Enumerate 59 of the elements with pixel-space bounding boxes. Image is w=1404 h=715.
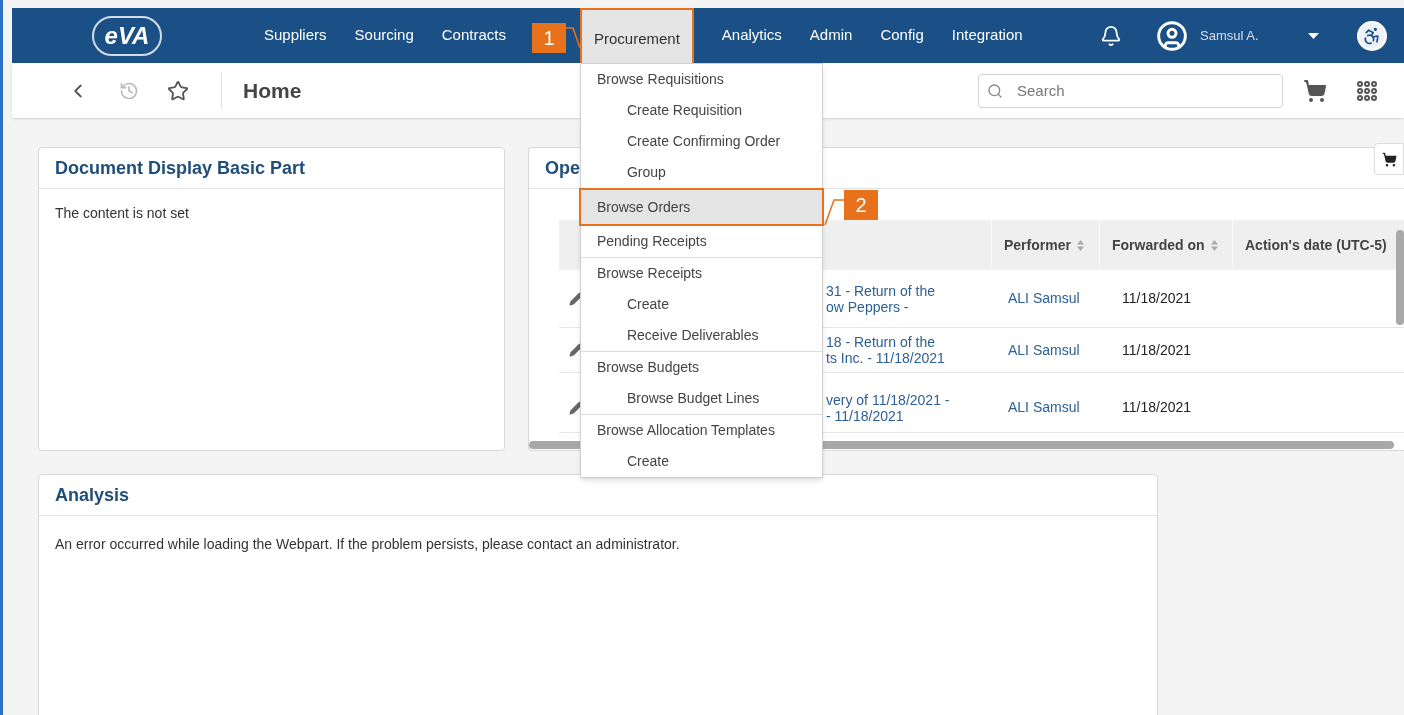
menu-item[interactable]: Create Confirming Order (580, 126, 822, 157)
avatar-icon[interactable] (1156, 19, 1188, 52)
edit-icon[interactable] (569, 343, 583, 357)
search-icon (987, 82, 1003, 99)
panel-message: The content is not set (54, 204, 190, 223)
column-header[interactable]: Performer (1004, 234, 1071, 256)
menu-item[interactable]: Browse Allocation Templates (580, 415, 822, 446)
page-title: Home (243, 77, 302, 104)
menu-item[interactable]: Browse Receipts (580, 258, 822, 289)
menu-item[interactable]: Group (580, 157, 822, 188)
edit-icon[interactable] (569, 291, 583, 306)
menu-item[interactable]: Browse Orders (578, 188, 824, 226)
star-icon[interactable] (167, 79, 189, 102)
performer-link[interactable]: ALI Samsul (996, 397, 1104, 418)
callout-badge: 1 (531, 23, 566, 53)
nav-tab[interactable]: Admin (809, 24, 853, 47)
leader-line (823, 198, 846, 226)
cart-icon[interactable] (1381, 151, 1397, 167)
table-cell-text: 31 - Return of the ow Peppers - (826, 282, 936, 315)
panel-title: Document Display Basic Part (55, 156, 306, 180)
table-cell-text: 11/18/2021 (1121, 398, 1193, 417)
cart-button[interactable] (1374, 143, 1404, 175)
logo[interactable]: eVA (92, 15, 162, 56)
apps-grid-icon[interactable] (1355, 78, 1379, 103)
menu-item[interactable]: Browse Budget Lines (580, 383, 822, 414)
column-header[interactable]: Action's date (UTC-5) (1245, 234, 1387, 256)
leader-line (564, 26, 581, 50)
panel-title: Analysis (55, 483, 130, 507)
accessibility-icon[interactable] (1357, 20, 1387, 51)
nav-tab[interactable]: Integration (951, 24, 1023, 47)
user-name[interactable]: Samsul A. (1200, 25, 1270, 46)
nav-tab[interactable]: Contracts (441, 24, 506, 47)
nav-tab[interactable]: Suppliers (264, 24, 327, 47)
menu-item[interactable]: Receive Deliverables (580, 320, 822, 351)
table-cell-text: 18 - Return of the ts Inc. - 11/18/2021 (826, 334, 946, 366)
column-header[interactable]: Forwarded on (1112, 234, 1205, 256)
nav-tab[interactable]: Config (880, 24, 924, 47)
vertical-scrollbar[interactable] (1396, 230, 1404, 325)
menu-item[interactable]: Browse Budgets (580, 352, 822, 383)
table-cell-text: very of 11/18/2021 - - 11/18/2021 (826, 391, 951, 424)
menu-item[interactable]: Create Requisition (580, 95, 822, 126)
performer-link[interactable]: ALI Samsul (996, 288, 1104, 309)
notification-bell-icon[interactable] (1100, 24, 1122, 47)
nav-tab[interactable]: Sourcing (354, 24, 414, 47)
menu-item[interactable]: Pending Receipts (580, 226, 822, 257)
table-cell-text: 11/18/2021 (1121, 340, 1193, 360)
horizontal-scrollbar[interactable] (529, 441, 1394, 449)
performer-link[interactable]: ALI Samsul (996, 339, 1104, 361)
cart-icon[interactable] (1303, 78, 1327, 103)
callout-badge: 2 (843, 190, 878, 220)
edit-icon[interactable] (569, 400, 583, 415)
search-field[interactable]: Search (978, 73, 1283, 108)
menu-item[interactable]: Create (580, 289, 822, 320)
table-cell-text: 11/18/2021 (1121, 289, 1193, 308)
error-message: An error occurred while loading the Webpart. If the problem persists, please contact an administrator. (54, 535, 681, 554)
caret-icon[interactable] (1308, 32, 1319, 39)
nav-tab[interactable]: Analytics (721, 24, 782, 47)
menu-item[interactable]: Create (580, 446, 822, 477)
panel-title: Ope (545, 156, 580, 180)
